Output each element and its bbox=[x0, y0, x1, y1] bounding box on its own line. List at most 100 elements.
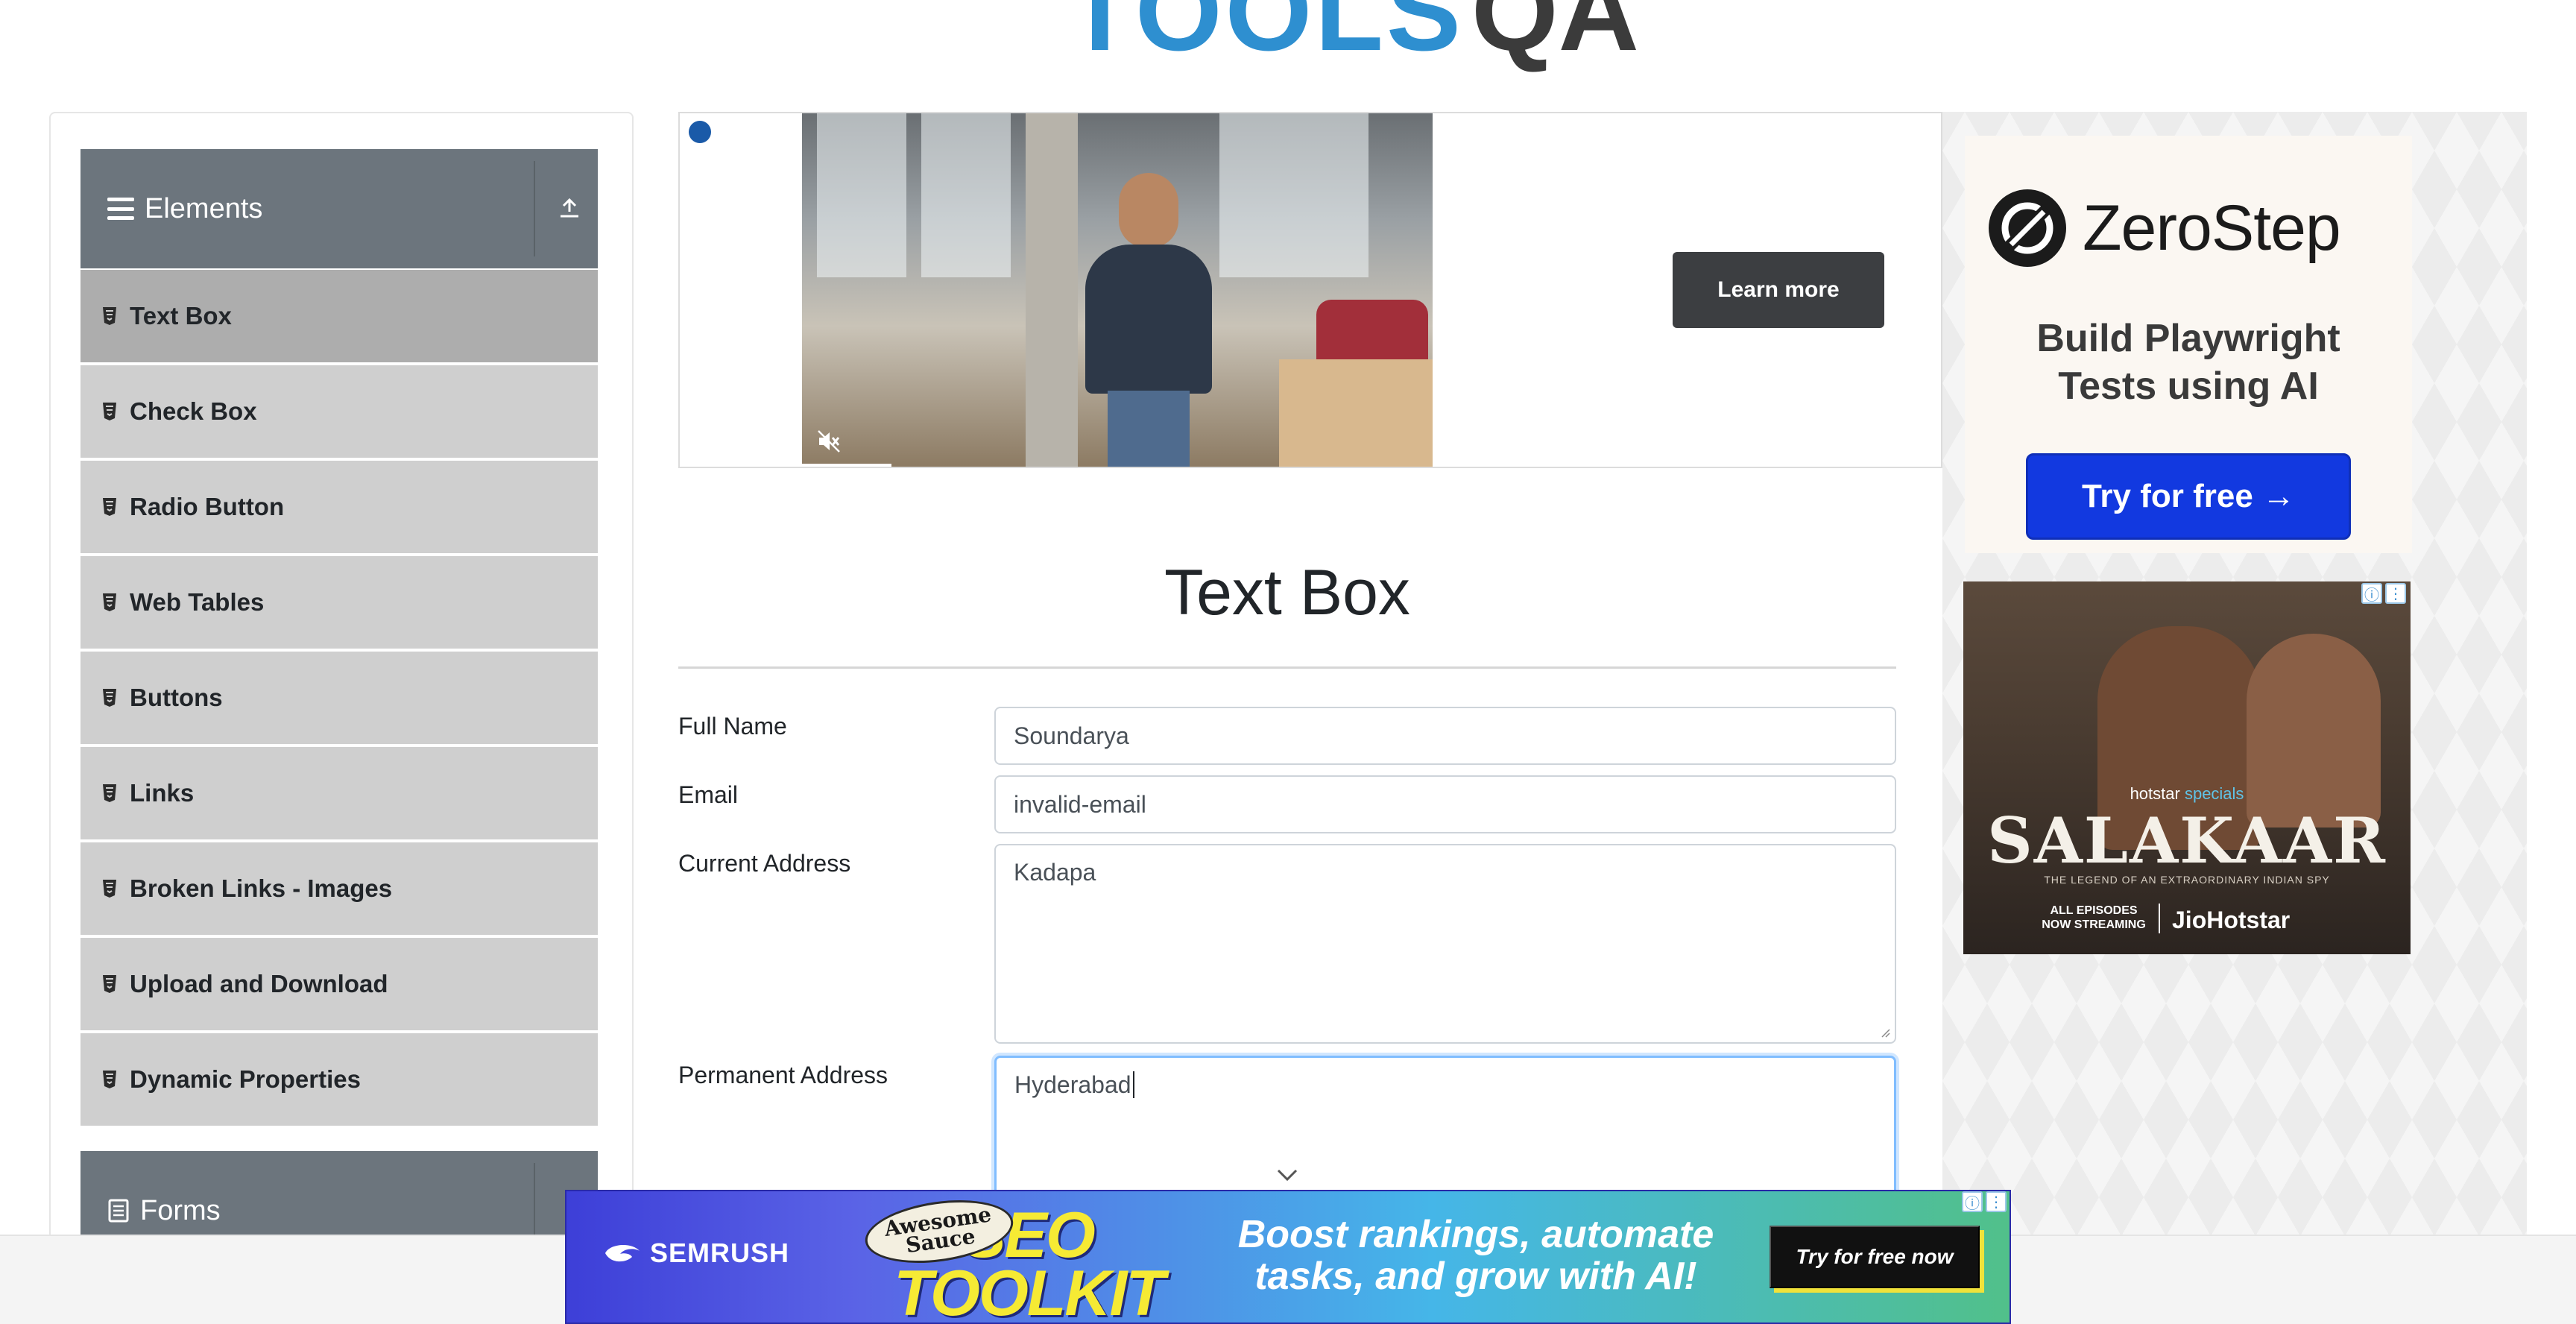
permanent-address-label: Permanent Address bbox=[678, 1062, 888, 1088]
semrush-flame-icon bbox=[605, 1245, 640, 1262]
email-input[interactable]: invalid-email bbox=[994, 775, 1896, 833]
mute-icon[interactable] bbox=[815, 428, 842, 455]
streaming-line: NOW STREAMING bbox=[2042, 918, 2146, 931]
sidebar-item-label: Text Box bbox=[130, 302, 232, 330]
platform-name: JioHotstar bbox=[2172, 907, 2291, 933]
full-name-label: Full Name bbox=[678, 713, 787, 740]
sidebar-item-links[interactable]: Links bbox=[80, 747, 598, 839]
sidebar-item-radio-button[interactable]: Radio Button bbox=[80, 461, 598, 553]
sidebar-item-label: Dynamic Properties bbox=[130, 1065, 361, 1093]
sidebar-item-label: Check Box bbox=[130, 397, 257, 425]
hotstar-ad[interactable]: hotstar specials SALAKAAR THE LEGEND OF … bbox=[1963, 581, 2411, 954]
semrush-logo: SEMRUSH bbox=[602, 1238, 789, 1269]
logo-text: TOOLS bbox=[1066, 0, 1464, 74]
html5-icon bbox=[103, 689, 116, 707]
headline-line: tasks, and grow with AI! bbox=[1254, 1255, 1697, 1298]
semrush-brand: SEMRUSH bbox=[650, 1238, 790, 1268]
sidebar-item-buttons[interactable]: Buttons bbox=[80, 652, 598, 744]
header-divider bbox=[534, 161, 535, 256]
ad-menu-icon[interactable]: ⋮ bbox=[2385, 583, 2406, 604]
video-ad[interactable]: Learn more bbox=[678, 112, 1942, 468]
sidebar-item-label: Buttons bbox=[130, 684, 223, 711]
logo-qa: QA bbox=[1471, 0, 1639, 74]
html5-icon bbox=[103, 975, 116, 993]
try-for-free-button[interactable]: Try for free → bbox=[2026, 453, 2351, 540]
product-line: TOOLKIT bbox=[894, 1258, 1165, 1324]
brand-suffix: specials bbox=[2184, 784, 2244, 803]
current-address-value: Kadapa bbox=[1014, 859, 1096, 886]
streaming-text: ALL EPISODES NOW STREAMING bbox=[2038, 904, 2150, 932]
sidebar-item-label: Broken Links - Images bbox=[130, 874, 393, 902]
zerostep-brand: ZeroStep bbox=[2083, 192, 2341, 264]
zerostep-logo-icon bbox=[1989, 189, 2066, 267]
permanent-address-value: Hyderabad bbox=[1014, 1071, 1131, 1098]
ad-choices[interactable]: ⓘ ⋮ bbox=[1962, 1191, 2007, 1212]
ad-choices[interactable]: ⓘ ⋮ bbox=[2361, 583, 2406, 604]
current-address-textarea[interactable]: Kadapa bbox=[994, 844, 1896, 1044]
current-address-label: Current Address bbox=[678, 850, 851, 877]
sidebar-item-broken-links[interactable]: Broken Links - Images bbox=[80, 842, 598, 935]
chevron-down-icon[interactable] bbox=[1276, 1167, 1298, 1182]
group-title: Elements bbox=[145, 192, 263, 224]
divider bbox=[2159, 904, 2160, 933]
zerostep-logo: ZeroStep bbox=[1987, 188, 2341, 268]
zerostep-ad[interactable]: ZeroStep Build Playwright Tests using AI… bbox=[1965, 136, 2412, 553]
semrush-banner-ad[interactable]: SEMRUSH SEO TOOLKIT Awesome Sauce Boost … bbox=[565, 1190, 2011, 1324]
collapse-arrow-icon[interactable] bbox=[555, 194, 584, 224]
sidebar-item-dynamic-properties[interactable]: Dynamic Properties bbox=[80, 1033, 598, 1126]
sidebar-item-label: Upload and Download bbox=[130, 970, 388, 997]
ad-info-icon[interactable]: ⓘ bbox=[1962, 1191, 1983, 1212]
html5-icon bbox=[103, 784, 116, 802]
resize-handle-icon[interactable] bbox=[1880, 1027, 1890, 1038]
zerostep-tagline: Build Playwright Tests using AI bbox=[1965, 315, 2412, 410]
group-title: Forms bbox=[140, 1194, 221, 1226]
tagline-line: Build Playwright bbox=[2036, 317, 2340, 360]
hamburger-icon bbox=[107, 198, 134, 220]
toolsqa-logo[interactable]: TOOLS QA bbox=[1066, 0, 1639, 67]
learn-more-button[interactable]: Learn more bbox=[1673, 252, 1884, 328]
brand-prefix: hotstar bbox=[2130, 784, 2180, 803]
html5-icon bbox=[103, 1071, 116, 1088]
banner-headline: Boost rankings, automate tasks, and grow… bbox=[1208, 1214, 1744, 1297]
ad-shield-icon[interactable] bbox=[689, 121, 711, 143]
movie-subtitle: THE LEGEND OF AN EXTRAORDINARY INDIAN SP… bbox=[2044, 874, 2330, 886]
html5-icon bbox=[103, 498, 116, 516]
sidebar-item-web-tables[interactable]: Web Tables bbox=[80, 556, 598, 649]
video-presenter bbox=[1085, 173, 1212, 467]
movie-title: SALAKAAR bbox=[1987, 804, 2387, 877]
video-progress-bar[interactable] bbox=[802, 464, 891, 467]
sidebar-item-label: Links bbox=[130, 779, 195, 807]
page-title: Text Box bbox=[1164, 557, 1410, 628]
ad-menu-icon[interactable]: ⋮ bbox=[1986, 1191, 2007, 1212]
video-background bbox=[1279, 359, 1433, 467]
text-cursor bbox=[1132, 1071, 1134, 1098]
sidebar-item-label: Radio Button bbox=[130, 493, 285, 520]
hotstar-brand: hotstar specials bbox=[1963, 784, 2411, 804]
sidebar-item-check-box[interactable]: Check Box bbox=[80, 365, 598, 458]
video-background bbox=[1026, 113, 1078, 467]
headline-line: Boost rankings, automate bbox=[1237, 1213, 1714, 1256]
full-name-input[interactable]: Soundarya bbox=[994, 707, 1896, 765]
try-for-free-now-button[interactable]: Try for free now bbox=[1770, 1226, 1980, 1288]
video-background bbox=[921, 113, 1011, 277]
title-divider bbox=[678, 666, 1896, 669]
video-player[interactable] bbox=[802, 113, 1433, 467]
sidebar-item-text-box[interactable]: Text Box bbox=[80, 270, 598, 362]
ad-info-icon[interactable]: ⓘ bbox=[2361, 583, 2382, 604]
sidebar-item-upload-download[interactable]: Upload and Download bbox=[80, 938, 598, 1030]
streaming-line: ALL EPISODES bbox=[2050, 904, 2138, 917]
full-name-value: Soundarya bbox=[1014, 722, 1129, 749]
page: TOOLS QA Elements Text Box Check Box Rad… bbox=[0, 0, 2576, 1324]
sidebar-menu: Text Box Check Box Radio Button Web Tabl… bbox=[80, 270, 598, 1129]
email-label: Email bbox=[678, 781, 739, 808]
email-value: invalid-email bbox=[1014, 790, 1146, 818]
html5-icon bbox=[103, 880, 116, 898]
tagline-line: Tests using AI bbox=[2058, 365, 2319, 408]
video-background bbox=[1219, 113, 1368, 277]
html5-icon bbox=[103, 593, 116, 611]
form-icon bbox=[108, 1199, 129, 1223]
sidebar-item-label: Web Tables bbox=[130, 588, 265, 616]
html5-icon bbox=[103, 403, 116, 420]
html5-icon bbox=[103, 307, 116, 325]
group-header-elements[interactable]: Elements bbox=[80, 149, 598, 268]
